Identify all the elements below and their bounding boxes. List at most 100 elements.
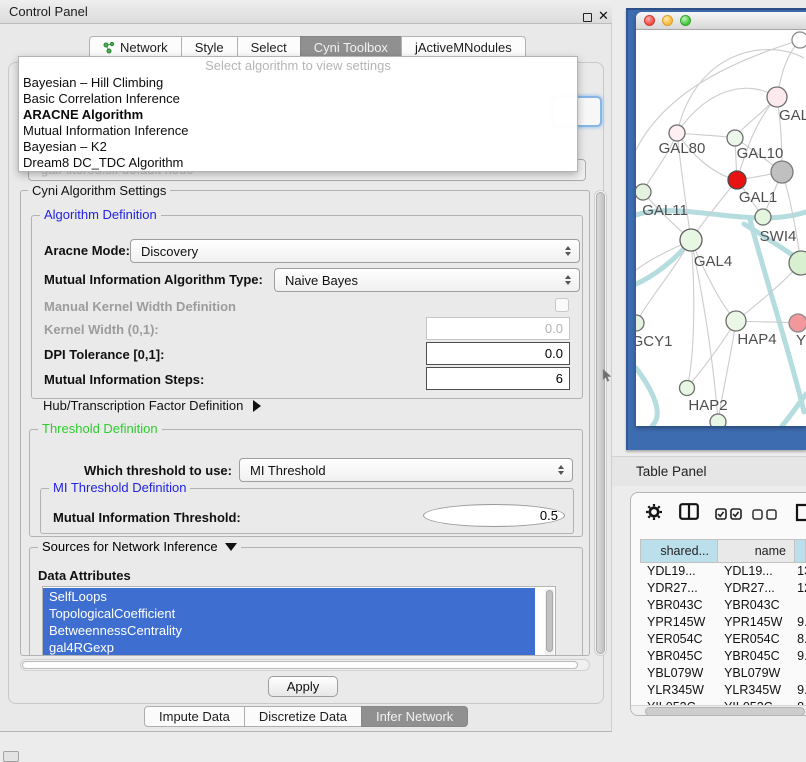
gear-icon[interactable] (645, 503, 663, 521)
threshold-definition-group: Threshold Definition Which threshold to … (29, 429, 583, 537)
dropdown-item[interactable]: Bayesian – K2 (19, 139, 577, 155)
select-all-icon[interactable] (715, 508, 743, 520)
column-header-shared[interactable]: shared... (640, 539, 718, 563)
collapsed-panel-button[interactable] (3, 751, 19, 762)
aracne-mode-select[interactable]: Discovery (130, 239, 580, 263)
export-table-icon[interactable] (795, 503, 806, 522)
tab-style-label: Style (195, 40, 224, 55)
sources-expander[interactable]: Sources for Network Inference (38, 539, 241, 554)
hub-definition-expander[interactable]: Hub/Transcription Factor Definition (43, 398, 261, 413)
table-panel-window: shared... name YDL19...YDL19...13 YDR27.… (630, 492, 806, 716)
column-header-name[interactable]: name (717, 539, 795, 563)
node-gcy1[interactable] (636, 315, 644, 331)
attribute-item[interactable]: SelfLoops (43, 588, 535, 605)
tab-cyni-toolbox-label: Cyni Toolbox (314, 40, 388, 55)
float-window-icon[interactable] (583, 13, 592, 22)
node-gal11[interactable] (636, 184, 651, 200)
column-header-partial[interactable] (794, 539, 806, 563)
mi-threshold-label: Mutual Information Threshold: (53, 510, 241, 525)
dropdown-item[interactable]: Bayesian – Hill Climbing (19, 75, 577, 91)
table-row[interactable]: YBR043CYBR043C (641, 597, 806, 614)
mi-threshold-definition-group: MI Threshold Definition Mutual Informati… (40, 488, 574, 534)
which-threshold-value: MI Threshold (240, 463, 558, 478)
dpi-tolerance-field[interactable]: 0.0 (426, 342, 570, 365)
kernel-width-field[interactable]: 0.0 (426, 317, 570, 340)
which-threshold-select[interactable]: MI Threshold (239, 458, 573, 482)
node-gal10[interactable] (727, 130, 743, 146)
manual-kernel-width-label: Manual Kernel Width Definition (44, 299, 236, 314)
node-hap4[interactable] (726, 311, 746, 331)
table-row[interactable]: YBL079WYBL079W (641, 665, 806, 682)
label-gal11: GAL11 (642, 202, 688, 219)
aracne-mode-value: Discovery (131, 244, 565, 259)
node-swi4[interactable] (789, 251, 806, 275)
zoom-traffic-light[interactable] (680, 15, 691, 26)
node-pink[interactable] (789, 314, 806, 332)
tab-infer-network[interactable]: Infer Network (361, 706, 468, 727)
node-gal4[interactable] (680, 229, 702, 251)
table-row[interactable]: YER054CYER054C8. (641, 631, 806, 648)
attribute-item[interactable]: BetweennessCentrality (43, 622, 535, 639)
tab-network-label: Network (120, 40, 168, 55)
attributes-scrollbar[interactable] (545, 589, 554, 655)
stepper-arrows-icon (558, 465, 564, 475)
attribute-item[interactable]: gal4RGexp (43, 639, 535, 656)
network-canvas[interactable]: GAL GAL80 GAL10 GAL11 GAL1 GAL4 SWI4 HAP… (636, 30, 806, 426)
mi-steps-field[interactable]: 6 (426, 367, 570, 390)
mi-algorithm-type-select[interactable]: Naive Bayes (274, 268, 580, 292)
node-unlabeled[interactable] (792, 32, 806, 48)
manual-kernel-width-checkbox[interactable] (555, 298, 569, 312)
mi-threshold-field[interactable]: 0.5 (423, 504, 565, 527)
settings-vertical-scrollbar[interactable] (594, 190, 607, 656)
screen: Control Panel ✕ Network Style Select Cyn… (0, 0, 806, 762)
node-gal80[interactable] (669, 125, 685, 141)
node-gray[interactable] (771, 161, 793, 183)
tab-discretize-data[interactable]: Discretize Data (244, 706, 362, 727)
apply-button[interactable]: Apply (268, 676, 338, 697)
columns-icon[interactable] (679, 503, 699, 520)
dropdown-item-selected[interactable]: ARACNE Algorithm (19, 107, 577, 123)
dropdown-prompt: Select algorithm to view settings (19, 58, 577, 75)
dropdown-item[interactable]: Mutual Information Inference (19, 123, 577, 139)
label-gal4: GAL4 (694, 253, 732, 270)
cyni-settings-group: Algorithm Definition Aracne Mode: Discov… (20, 190, 590, 656)
label-hap2: HAP2 (688, 397, 727, 414)
minimize-traffic-light[interactable] (662, 15, 673, 26)
deselect-all-icon[interactable] (752, 509, 778, 520)
label-gal1: GAL1 (739, 189, 777, 206)
table-header-row: shared... name (641, 539, 806, 563)
table-horizontal-scrollbar[interactable] (631, 705, 806, 716)
data-attributes-label: Data Attributes (38, 568, 131, 583)
table-row[interactable]: YDR27...YDR27...12 (641, 580, 806, 597)
attribute-item[interactable]: TopologicalCoefficient (43, 605, 535, 622)
sources-title: Sources for Network Inference (42, 539, 218, 554)
table-row[interactable]: YDL19...YDL19...13 (641, 563, 806, 580)
table-row[interactable]: YLR345WYLR345W9. (641, 682, 806, 699)
node-bottom[interactable] (710, 414, 726, 426)
mi-steps-label: Mutual Information Steps: (44, 372, 204, 387)
hub-definition-label: Hub/Transcription Factor Definition (43, 398, 243, 413)
table-body: YDL19...YDL19...13 YDR27...YDR27...12 YB… (641, 563, 806, 705)
close-icon[interactable]: ✕ (598, 8, 609, 24)
stepper-arrows-icon (565, 275, 571, 285)
network-view-window: GAL GAL80 GAL10 GAL11 GAL1 GAL4 SWI4 HAP… (636, 12, 806, 426)
dropdown-item[interactable]: Dream8 DC_TDC Algorithm (19, 155, 577, 171)
tab-jactivemnodules-label: jActiveMNodules (415, 40, 512, 55)
table-row[interactable]: YBR045CYBR045C9. (641, 648, 806, 665)
node-hap2[interactable] (680, 381, 695, 396)
mi-algorithm-type-label: Mutual Information Algorithm Type: (44, 272, 263, 287)
bottom-tabbar: Impute Data Discretize Data Infer Networ… (145, 706, 468, 727)
close-traffic-light[interactable] (644, 15, 655, 26)
kernel-width-label: Kernel Width (0,1): (44, 322, 159, 337)
node-gal1[interactable] (755, 209, 771, 225)
label-gal80: GAL80 (659, 140, 706, 157)
network-window-titlebar[interactable] (636, 12, 806, 30)
label-swi4: SWI4 (760, 228, 797, 245)
node-gal-partial[interactable] (767, 87, 787, 107)
settings-horizontal-scrollbar[interactable] (20, 659, 590, 671)
table-row[interactable]: YPR145WYPR145W9. (641, 614, 806, 631)
tab-impute-data[interactable]: Impute Data (144, 706, 245, 727)
tab-select-label: Select (251, 40, 287, 55)
node-red-selected[interactable] (728, 171, 746, 189)
dropdown-item[interactable]: Basic Correlation Inference (19, 91, 577, 107)
